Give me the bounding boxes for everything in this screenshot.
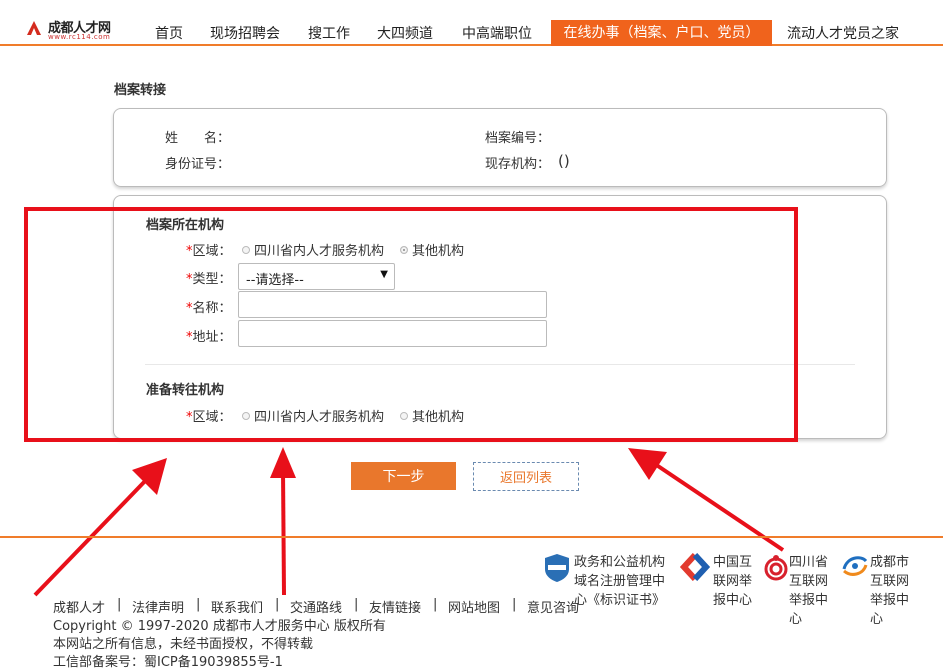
nav-item-home[interactable]: 首页 (155, 23, 183, 43)
nav-item-online-services[interactable]: 在线办事（档案、户口、党员） (551, 20, 772, 46)
current-org-label: 现存机构： (485, 157, 551, 172)
footer-link-friends[interactable]: 友情链接 (369, 597, 421, 616)
footer-link-chengdu-talent[interactable]: 成都人才 (53, 597, 105, 616)
footer-separator: | (275, 597, 280, 612)
top-navigation: 成都人才网 www.rc114.com 首页 现场招聘会 搜工作 大四频道 中高… (0, 0, 943, 46)
nav-item-search-jobs[interactable]: 搜工作 (308, 23, 350, 43)
footer-separator: | (354, 597, 359, 612)
copyright-text: Copyright © 1997-2020 成都市人才服务中心 版权所有 (53, 619, 386, 634)
person-info-panel: 姓 名： 身份证号： 档案编号： 现存机构： () (113, 108, 887, 187)
nav-item-senior-channel[interactable]: 大四频道 (377, 23, 433, 43)
nav-item-party-members[interactable]: 流动人才党员之家 (787, 23, 899, 43)
archive-number-label: 档案编号： (485, 131, 551, 146)
nav-item-senior-positions[interactable]: 中高端职位 (462, 23, 532, 43)
back-to-list-button[interactable]: 返回列表 (473, 462, 579, 491)
footer-separator: | (512, 597, 517, 612)
arrow-icon (628, 448, 785, 552)
logo-url: www.rc114.com (48, 33, 111, 41)
notice-text: 本网站之所有信息，未经书面授权，不得转载 (53, 637, 314, 652)
arrow-icon (33, 458, 167, 597)
government-badge-icon (545, 554, 569, 582)
footer-link-feedback[interactable]: 意见咨询 (527, 597, 579, 616)
current-org-value: () (558, 152, 570, 170)
nav-item-job-fair[interactable]: 现场招聘会 (210, 23, 280, 43)
footer-link-contact[interactable]: 联系我们 (211, 597, 263, 616)
arrow-icon (270, 447, 296, 596)
name-label: 姓 名： (165, 131, 231, 146)
footer-link-directions[interactable]: 交通路线 (290, 597, 342, 616)
footer-link-sitemap[interactable]: 网站地图 (448, 597, 500, 616)
footer-divider (0, 536, 943, 538)
page-title: 档案转接 (114, 83, 167, 98)
logo-icon (27, 21, 41, 35)
next-step-button[interactable]: 下一步 (351, 462, 456, 490)
footer-separator: | (117, 597, 122, 612)
footer-link-legal[interactable]: 法律声明 (132, 597, 184, 616)
annotation-highlight-box (24, 207, 798, 442)
chengdu-report-icon (842, 556, 868, 576)
sichuan-report-icon (764, 555, 788, 581)
footer-separator: | (196, 597, 201, 612)
icp-text[interactable]: 工信部备案号：蜀ICP备19039855号-1 (53, 651, 283, 670)
id-number-label: 身份证号： (165, 157, 231, 172)
china-report-icon (680, 553, 710, 581)
footer-separator: | (433, 597, 438, 612)
